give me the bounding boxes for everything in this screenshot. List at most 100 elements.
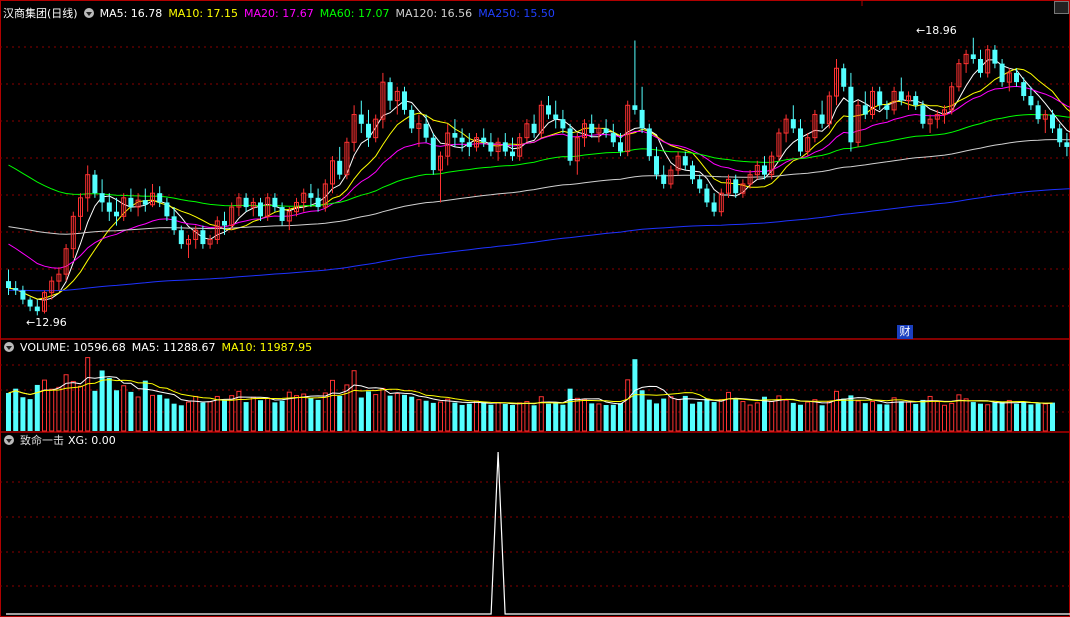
candle-body: [884, 105, 890, 110]
indicator-menu-icon[interactable]: [4, 435, 14, 445]
volume-bar: [646, 399, 652, 431]
candle-body: [920, 105, 926, 124]
volume-bar: [178, 405, 184, 431]
candle-body: [27, 299, 33, 307]
volume-bar: [812, 399, 818, 432]
high-price-label: ←18.96: [916, 24, 957, 37]
volume-bar: [279, 400, 285, 431]
volume-bar: [877, 404, 883, 431]
volume-bar: [531, 405, 537, 431]
volume-bar: [1035, 403, 1041, 431]
volume-bar: [495, 402, 501, 432]
volume-bar: [603, 405, 609, 431]
volume-bar: [1042, 403, 1048, 432]
volume-bar: [668, 396, 674, 432]
volume-bar: [258, 400, 263, 431]
ma120-label: MA120: 16.56: [395, 7, 473, 20]
volume-bar: [337, 395, 343, 431]
candle-body: [99, 193, 105, 203]
volume-bar: [27, 399, 33, 431]
volume-bar: [855, 400, 861, 432]
candle-body: [546, 105, 551, 115]
candle-body: [654, 156, 659, 175]
cai-badge[interactable]: 财: [897, 325, 913, 339]
candle-body: [423, 123, 429, 138]
candle-body: [20, 290, 26, 300]
candle-body: [358, 114, 364, 124]
panel-menu-icon[interactable]: [83, 8, 94, 18]
volume-bar: [1028, 404, 1034, 431]
volume-bar: [618, 403, 623, 431]
candle-body: [1064, 142, 1070, 147]
stock-name: 汉商集团(日线): [3, 7, 78, 20]
volume-bar: [78, 385, 83, 432]
volume-ma10-label: MA10: 11987.95: [221, 341, 313, 354]
candle-body: [790, 119, 796, 129]
candle-body: [502, 142, 508, 152]
volume-bar: [985, 404, 991, 432]
candle-body: [387, 82, 393, 101]
volume-bar: [200, 402, 206, 431]
candle-body: [6, 281, 11, 289]
volume-bar: [1006, 399, 1012, 432]
volume-bar: [582, 398, 587, 432]
candle-body: [402, 91, 407, 110]
volume-bar: [121, 385, 127, 432]
volume-bar: [301, 393, 307, 432]
volume-bar: [841, 398, 847, 431]
volume-bar: [596, 403, 602, 432]
candle-body: [243, 197, 249, 208]
volume-bar: [128, 391, 134, 431]
volume-bar: [682, 395, 688, 431]
volume-bar: [13, 388, 19, 431]
volume-bar: [826, 401, 832, 432]
volume-bar: [142, 380, 148, 431]
ma250-label: MA250: 15.50: [478, 7, 555, 20]
candle-body: [258, 202, 263, 217]
volume-bar: [502, 403, 508, 431]
volume-bar: [20, 397, 26, 431]
candle-body: [466, 142, 472, 147]
volume-bar: [798, 404, 803, 431]
xg-signal-line: [6, 451, 1070, 615]
volume-bar: [639, 390, 645, 431]
volume-bar: [567, 388, 573, 431]
volume-bar: [718, 399, 724, 432]
volume-menu-icon[interactable]: [4, 342, 14, 352]
candle-body: [459, 137, 465, 143]
volume-bar: [56, 386, 62, 432]
volume-bar: [589, 403, 595, 431]
candle-body: [567, 128, 573, 161]
volume-bar: [783, 399, 789, 432]
volume-bar: [913, 403, 919, 431]
volume-bar: [510, 405, 515, 431]
candle-body: [1028, 96, 1034, 106]
candle-body: [106, 202, 112, 212]
chart-canvas: [0, 0, 1070, 617]
volume-bar: [661, 398, 667, 431]
volume-bar: [243, 402, 249, 431]
candle-body: [142, 200, 148, 205]
candle-body: [733, 179, 739, 194]
volume-bar: [250, 396, 256, 432]
window-diamond-button[interactable]: [1054, 1, 1069, 14]
candle-body: [632, 105, 638, 110]
volume-bar: [574, 397, 580, 432]
candle-body: [114, 211, 119, 217]
candle-body: [862, 105, 868, 115]
volume-bar: [805, 401, 811, 432]
volume-bar: [1050, 402, 1055, 431]
candle-body: [200, 230, 206, 245]
candle-body: [157, 193, 163, 203]
candle-body: [1035, 105, 1041, 120]
volume-bar: [474, 400, 479, 432]
volume-bar: [747, 404, 753, 432]
candle-body: [553, 114, 559, 120]
indicator-panel-header: 致命一击 XG: 0.00: [0, 434, 122, 448]
volume-bar: [92, 390, 98, 431]
candle-body: [1057, 128, 1063, 143]
volume-bar: [438, 401, 443, 432]
candle-body: [992, 49, 998, 64]
candle-body: [819, 114, 825, 124]
volume-bar: [272, 402, 278, 431]
